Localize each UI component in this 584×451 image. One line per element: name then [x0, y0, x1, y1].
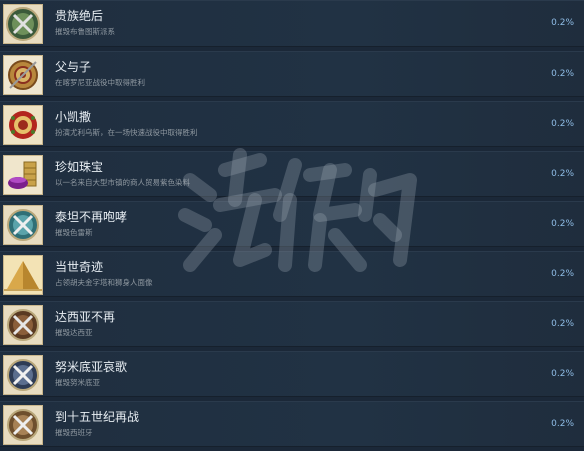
achievement-row[interactable]: 到十五世纪再战 摧毁西班牙 0.2%: [0, 401, 584, 447]
achievement-description: 以一名来自大型市镇的商人贸易紫色染料: [55, 178, 190, 187]
achievement-description: 在喀罗尼亚战役中取得胜利: [55, 78, 145, 87]
achievement-row[interactable]: 当世奇迹 占领胡夫金字塔和狮身人面像 0.2%: [0, 251, 584, 297]
patterned-shield-icon: [3, 55, 43, 95]
crossed-swords-green-icon: [3, 4, 43, 44]
achievement-percent: 0.2%: [551, 69, 574, 79]
crossed-swords-tan-icon: [3, 405, 43, 445]
achievement-percent: 0.2%: [551, 169, 574, 179]
crossed-swords-brown-icon: [3, 305, 43, 345]
achievement-title: 达西亚不再: [55, 310, 116, 324]
purple-dye-coins-icon: [3, 155, 43, 195]
achievement-title: 小凯撒: [55, 110, 92, 124]
achievement-description: 摧毁色雷斯: [55, 228, 93, 237]
achievement-title: 父与子: [55, 60, 92, 74]
achievement-description: 占领胡夫金字塔和狮身人面像: [55, 278, 153, 287]
achievement-row[interactable]: 父与子 在喀罗尼亚战役中取得胜利 0.2%: [0, 51, 584, 97]
achievement-description: 摧毁西班牙: [55, 428, 93, 437]
crossed-swords-teal-icon: [3, 205, 43, 245]
achievement-title: 珍如珠宝: [55, 160, 104, 174]
achievement-title: 当世奇迹: [55, 260, 104, 274]
achievement-list: 贵族绝后 摧毁布鲁图斯派系 0.2% 父与子 在喀罗尼亚战役中取得胜利 0.2%…: [0, 0, 584, 451]
achievement-description: 摧毁布鲁图斯派系: [55, 27, 115, 36]
achievement-row[interactable]: 珍如珠宝 以一名来自大型市镇的商人贸易紫色染料 0.2%: [0, 151, 584, 197]
achievement-title: 到十五世纪再战: [55, 410, 140, 424]
achievement-row[interactable]: 泰坦不再咆哮 摧毁色雷斯 0.2%: [0, 201, 584, 247]
achievement-row[interactable]: 小凯撒 扮演尤利乌斯，在一场快速战役中取得胜利 0.2%: [0, 101, 584, 147]
achievement-row[interactable]: 努米底亚哀歌 摧毁努米底亚 0.2%: [0, 351, 584, 397]
laurel-wreath-icon: [3, 105, 43, 145]
achievement-percent: 0.2%: [551, 269, 574, 279]
achievement-percent: 0.2%: [551, 319, 574, 329]
achievement-percent: 0.2%: [551, 18, 574, 28]
achievement-description: 摧毁达西亚: [55, 328, 93, 337]
achievement-title: 努米底亚哀歌: [55, 360, 128, 374]
achievement-percent: 0.2%: [551, 219, 574, 229]
achievement-description: 摧毁努米底亚: [55, 378, 100, 387]
pyramid-icon: [3, 255, 43, 295]
achievement-percent: 0.2%: [551, 419, 574, 429]
achievement-row[interactable]: 贵族绝后 摧毁布鲁图斯派系 0.2%: [0, 0, 584, 47]
achievement-percent: 0.2%: [551, 119, 574, 129]
crossed-swords-grey-icon: [3, 355, 43, 395]
achievement-percent: 0.2%: [551, 369, 574, 379]
achievement-title: 贵族绝后: [55, 9, 104, 23]
achievement-title: 泰坦不再咆哮: [55, 210, 128, 224]
achievement-row[interactable]: 达西亚不再 摧毁达西亚 0.2%: [0, 301, 584, 347]
achievement-description: 扮演尤利乌斯，在一场快速战役中取得胜利: [55, 128, 198, 137]
